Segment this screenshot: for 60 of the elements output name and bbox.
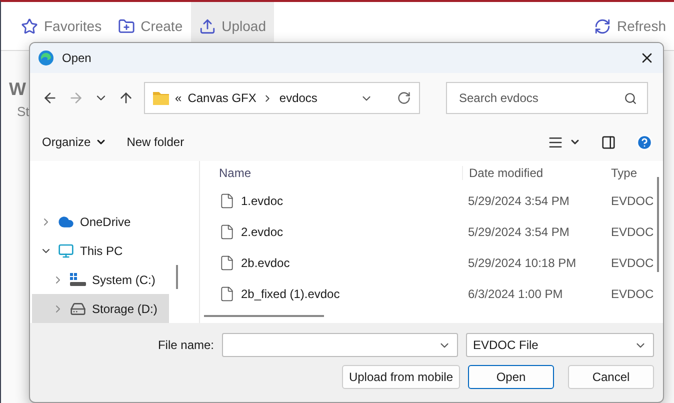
help-icon[interactable] <box>636 134 653 150</box>
system-drive-icon <box>70 272 86 286</box>
file-name[interactable]: 1.evdoc <box>200 192 462 208</box>
preview-pane-icon[interactable] <box>601 134 616 150</box>
file-icon <box>219 192 235 208</box>
file-name-field[interactable] <box>222 333 458 357</box>
tree-item[interactable]: System (C:) <box>32 265 169 294</box>
view-icon[interactable] <box>548 134 563 150</box>
file-name[interactable]: 2b_fixed (1).evdoc <box>200 286 462 302</box>
browser-logo-icon <box>38 50 54 66</box>
upload-icon <box>198 18 216 34</box>
star-icon <box>21 18 38 34</box>
window-title: Open <box>62 51 92 65</box>
table-cell-text: EVDOC <box>610 224 655 238</box>
tree-item[interactable]: This PC <box>32 236 169 265</box>
back-icon[interactable] <box>42 90 58 106</box>
toolbar-button[interactable]: Favorites <box>13 2 110 50</box>
cloud-icon <box>58 214 74 230</box>
table-cell-text: 5/29/2024 3:54 PM <box>467 224 570 238</box>
refresh-button[interactable]: Refresh <box>586 2 674 50</box>
table-cell-text: EVDOC <box>610 194 655 208</box>
file-name[interactable]: 2.evdoc <box>200 224 462 240</box>
toolbar-button[interactable]: Create <box>110 2 191 50</box>
monitor-icon <box>58 242 74 258</box>
path-segment[interactable]: Canvas GFX <box>188 91 256 105</box>
search-icon <box>624 92 637 104</box>
dialog-button[interactable]: Cancel <box>568 365 654 389</box>
page-subheading: St <box>17 104 30 119</box>
path-overflow: « <box>175 91 182 105</box>
address-bar[interactable]: « Canvas GFX evdocs <box>144 82 420 114</box>
file-name-label: File name: <box>158 338 214 352</box>
tree-item[interactable]: OneDrive <box>32 207 169 236</box>
file-type-dropdown[interactable]: EVDOC File <box>466 333 654 357</box>
file-icon <box>219 224 235 240</box>
folder-plus-icon <box>118 18 135 34</box>
dialog-button[interactable]: Open <box>468 365 554 389</box>
table-cell-text: EVDOC <box>610 256 655 270</box>
path-segment[interactable]: evdocs <box>279 91 318 105</box>
up-icon[interactable] <box>118 90 134 106</box>
file-icon <box>219 254 235 270</box>
folder-icon <box>153 91 169 105</box>
drive-icon <box>70 300 86 316</box>
dialog-button[interactable]: Upload from mobile <box>342 365 460 389</box>
new-folder-button[interactable]: New folder <box>126 135 184 149</box>
table-cell-text: 5/29/2024 10:18 PM <box>467 256 578 270</box>
column-header[interactable]: Type <box>605 166 663 180</box>
page-heading: W <box>9 79 26 100</box>
refresh-icon[interactable] <box>397 91 411 105</box>
table-cell-text: 5/29/2024 3:54 PM <box>467 194 570 208</box>
table-cell-text: 6/3/2024 1:00 PM <box>467 286 564 300</box>
tree-item[interactable]: Storage (D:) <box>32 294 169 323</box>
refresh-icon <box>594 18 611 34</box>
table-cell-text: EVDOC <box>610 286 655 300</box>
search-field[interactable]: Search evdocs <box>446 82 648 114</box>
organize-menu[interactable]: Organize <box>42 135 107 149</box>
file-icon <box>219 286 235 302</box>
column-header[interactable]: Name <box>200 166 462 180</box>
file-name[interactable]: 2b.evdoc <box>200 254 462 270</box>
search-input[interactable]: Search evdocs <box>457 90 624 106</box>
column-header[interactable]: Date modified <box>462 166 605 180</box>
